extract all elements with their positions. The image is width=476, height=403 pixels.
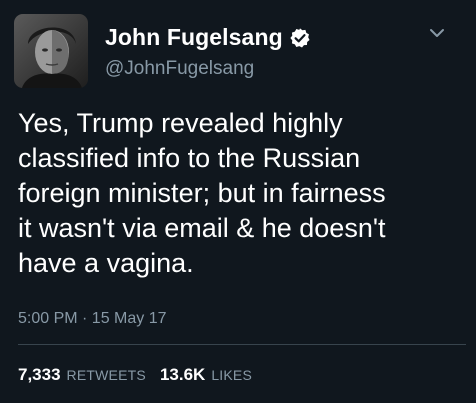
author-handle[interactable]: @JohnFugelsang <box>105 58 254 80</box>
retweets-label: RETWEETS <box>66 367 146 383</box>
likes-label: LIKES <box>211 367 253 383</box>
author-display-name[interactable]: John Fugelsang <box>105 24 283 51</box>
likes-count: 13.6K <box>159 365 206 384</box>
retweets-stat[interactable]: 7,333 RETWEETS <box>18 365 146 385</box>
tweet-text-line: have a vagina. <box>18 248 194 278</box>
avatar[interactable] <box>14 14 88 88</box>
tweet-text-line: Yes, Trump revealed highly <box>18 108 343 138</box>
engagement-stats: 7,333 RETWEETS 13.6K LIKES <box>18 365 252 385</box>
chevron-down-icon[interactable] <box>428 26 446 40</box>
verified-badge-icon <box>290 27 310 48</box>
retweets-count: 7,333 <box>18 365 61 384</box>
tweet-card: John Fugelsang @JohnFugelsang Yes, Trump… <box>0 0 476 403</box>
tweet-text-line: it wasn't via email & he doesn't <box>18 213 386 243</box>
tweet-text: Yes, Trump revealed highly classified in… <box>18 106 468 281</box>
tweet-text-line: foreign minister; but in fairness <box>18 178 386 208</box>
author-name-row[interactable]: John Fugelsang <box>105 24 311 51</box>
divider <box>18 344 466 345</box>
profile-photo-icon <box>14 14 88 88</box>
tweet-timestamp[interactable]: 5:00 PM · 15 May 17 <box>18 310 167 328</box>
tweet-text-line: classified info to the Russian <box>18 143 361 173</box>
likes-stat[interactable]: 13.6K LIKES <box>160 365 252 385</box>
